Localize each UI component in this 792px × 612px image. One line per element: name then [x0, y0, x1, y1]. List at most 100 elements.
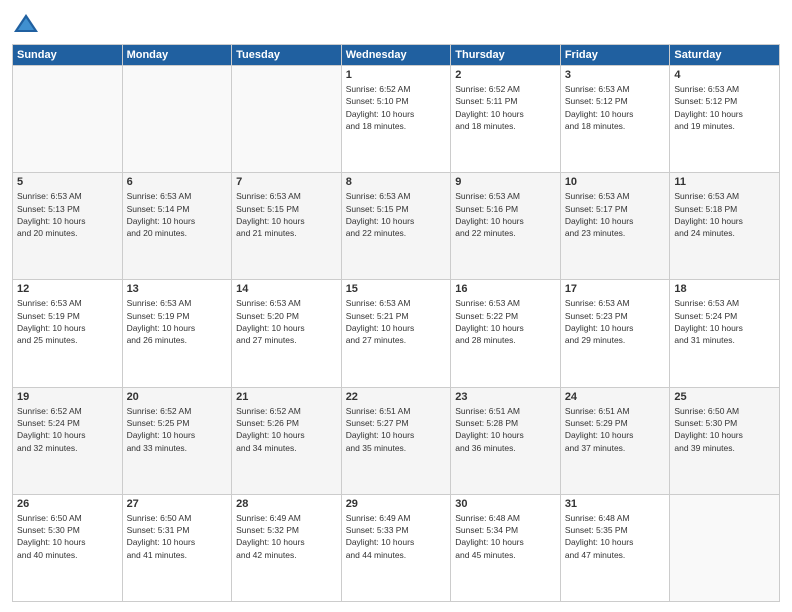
day-info: Sunrise: 6:49 AMSunset: 5:33 PMDaylight:…	[346, 512, 447, 561]
calendar-cell: 22 Sunrise: 6:51 AMSunset: 5:27 PMDayligh…	[341, 387, 451, 494]
day-info: Sunrise: 6:53 AMSunset: 5:18 PMDaylight:…	[674, 190, 775, 239]
calendar-cell: 26Sunrise: 6:50 AMSunset: 5:30 PMDayligh…	[13, 494, 123, 601]
day-number: 2	[455, 69, 556, 81]
day-info: Sunrise: 6:52 AMSunset: 5:11 PMDaylight:…	[455, 83, 556, 132]
day-number: 4	[674, 69, 775, 81]
calendar-cell: 18 Sunrise: 6:53 AMSunset: 5:24 PMDayligh…	[670, 280, 780, 387]
day-number: 25	[674, 391, 775, 403]
day-number: 29	[346, 498, 447, 510]
day-number: 18	[674, 283, 775, 295]
calendar-cell: 10Sunrise: 6:53 AMSunset: 5:17 PMDayligh…	[560, 173, 670, 280]
day-info: Sunrise: 6:52 AMSunset: 5:10 PMDaylight:…	[346, 83, 447, 132]
calendar-cell: 20 Sunrise: 6:52 AMSunset: 5:25 PMDayligh…	[122, 387, 232, 494]
calendar-week-row: 26Sunrise: 6:50 AMSunset: 5:30 PMDayligh…	[13, 494, 780, 601]
day-number: 17	[565, 283, 666, 295]
day-number: 11	[674, 176, 775, 188]
day-number: 16	[455, 283, 556, 295]
calendar-cell: 31Sunrise: 6:48 AMSunset: 5:35 PMDayligh…	[560, 494, 670, 601]
day-number: 3	[565, 69, 666, 81]
calendar-cell	[232, 66, 342, 173]
day-info: Sunrise: 6:53 AMSunset: 5:23 PMDaylight:…	[565, 297, 666, 346]
calendar-cell: 6 Sunrise: 6:53 AMSunset: 5:14 PMDaylight…	[122, 173, 232, 280]
day-info: Sunrise: 6:52 AMSunset: 5:26 PMDaylight:…	[236, 405, 337, 454]
calendar-cell: 1 Sunrise: 6:52 AMSunset: 5:10 PMDaylight…	[341, 66, 451, 173]
calendar-cell: 28Sunrise: 6:49 AMSunset: 5:32 PMDayligh…	[232, 494, 342, 601]
calendar-cell: 15Sunrise: 6:53 AMSunset: 5:21 PMDayligh…	[341, 280, 451, 387]
day-info: Sunrise: 6:53 AMSunset: 5:12 PMDaylight:…	[674, 83, 775, 132]
calendar-header-thursday: Thursday	[451, 45, 561, 66]
calendar-header-friday: Friday	[560, 45, 670, 66]
day-number: 24	[565, 391, 666, 403]
calendar-cell: 4 Sunrise: 6:53 AMSunset: 5:12 PMDaylight…	[670, 66, 780, 173]
calendar-cell: 5 Sunrise: 6:53 AMSunset: 5:13 PMDaylight…	[13, 173, 123, 280]
calendar-cell: 25 Sunrise: 6:50 AMSunset: 5:30 PMDayligh…	[670, 387, 780, 494]
day-number: 15	[346, 283, 447, 295]
day-info: Sunrise: 6:53 AMSunset: 5:15 PMDaylight:…	[346, 190, 447, 239]
day-info: Sunrise: 6:48 AMSunset: 5:35 PMDaylight:…	[565, 512, 666, 561]
calendar-cell: 11 Sunrise: 6:53 AMSunset: 5:18 PMDayligh…	[670, 173, 780, 280]
calendar-week-row: 19Sunrise: 6:52 AMSunset: 5:24 PMDayligh…	[13, 387, 780, 494]
calendar-cell: 17 Sunrise: 6:53 AMSunset: 5:23 PMDayligh…	[560, 280, 670, 387]
calendar-cell: 29 Sunrise: 6:49 AMSunset: 5:33 PMDayligh…	[341, 494, 451, 601]
day-number: 20	[127, 391, 228, 403]
day-info: Sunrise: 6:53 AMSunset: 5:12 PMDaylight:…	[565, 83, 666, 132]
day-number: 23	[455, 391, 556, 403]
calendar-header-tuesday: Tuesday	[232, 45, 342, 66]
calendar-table: SundayMondayTuesdayWednesdayThursdayFrid…	[12, 44, 780, 602]
day-info: Sunrise: 6:53 AMSunset: 5:14 PMDaylight:…	[127, 190, 228, 239]
day-number: 9	[455, 176, 556, 188]
calendar-cell: 9 Sunrise: 6:53 AMSunset: 5:16 PMDaylight…	[451, 173, 561, 280]
calendar-cell	[670, 494, 780, 601]
day-number: 30	[455, 498, 556, 510]
calendar-cell: 12Sunrise: 6:53 AMSunset: 5:19 PMDayligh…	[13, 280, 123, 387]
day-info: Sunrise: 6:53 AMSunset: 5:13 PMDaylight:…	[17, 190, 118, 239]
day-info: Sunrise: 6:48 AMSunset: 5:34 PMDaylight:…	[455, 512, 556, 561]
calendar-header-wednesday: Wednesday	[341, 45, 451, 66]
calendar-header-monday: Monday	[122, 45, 232, 66]
day-info: Sunrise: 6:52 AMSunset: 5:25 PMDaylight:…	[127, 405, 228, 454]
day-number: 12	[17, 283, 118, 295]
day-number: 1	[346, 69, 447, 81]
calendar-cell: 30 Sunrise: 6:48 AMSunset: 5:34 PMDayligh…	[451, 494, 561, 601]
calendar-cell: 16 Sunrise: 6:53 AMSunset: 5:22 PMDayligh…	[451, 280, 561, 387]
day-info: Sunrise: 6:51 AMSunset: 5:29 PMDaylight:…	[565, 405, 666, 454]
day-number: 22	[346, 391, 447, 403]
calendar-header-sunday: Sunday	[13, 45, 123, 66]
day-info: Sunrise: 6:51 AMSunset: 5:28 PMDaylight:…	[455, 405, 556, 454]
calendar-header-saturday: Saturday	[670, 45, 780, 66]
calendar-cell: 13Sunrise: 6:53 AMSunset: 5:19 PMDayligh…	[122, 280, 232, 387]
calendar-cell	[122, 66, 232, 173]
day-number: 6	[127, 176, 228, 188]
calendar-cell: 3 Sunrise: 6:53 AMSunset: 5:12 PMDaylight…	[560, 66, 670, 173]
calendar-cell: 14Sunrise: 6:53 AMSunset: 5:20 PMDayligh…	[232, 280, 342, 387]
day-number: 7	[236, 176, 337, 188]
calendar-cell: 21 Sunrise: 6:52 AMSunset: 5:26 PMDayligh…	[232, 387, 342, 494]
day-info: Sunrise: 6:53 AMSunset: 5:17 PMDaylight:…	[565, 190, 666, 239]
day-info: Sunrise: 6:53 AMSunset: 5:15 PMDaylight:…	[236, 190, 337, 239]
day-number: 8	[346, 176, 447, 188]
day-info: Sunrise: 6:50 AMSunset: 5:31 PMDaylight:…	[127, 512, 228, 561]
calendar-cell: 19Sunrise: 6:52 AMSunset: 5:24 PMDayligh…	[13, 387, 123, 494]
day-info: Sunrise: 6:51 AMSunset: 5:27 PMDaylight:…	[346, 405, 447, 454]
day-number: 14	[236, 283, 337, 295]
calendar-header-row: SundayMondayTuesdayWednesdayThursdayFrid…	[13, 45, 780, 66]
day-number: 5	[17, 176, 118, 188]
day-info: Sunrise: 6:52 AMSunset: 5:24 PMDaylight:…	[17, 405, 118, 454]
day-info: Sunrise: 6:53 AMSunset: 5:24 PMDaylight:…	[674, 297, 775, 346]
day-number: 27	[127, 498, 228, 510]
calendar-cell: 2 Sunrise: 6:52 AMSunset: 5:11 PMDaylight…	[451, 66, 561, 173]
logo	[12, 10, 44, 38]
calendar-week-row: 1 Sunrise: 6:52 AMSunset: 5:10 PMDaylight…	[13, 66, 780, 173]
day-number: 21	[236, 391, 337, 403]
page: SundayMondayTuesdayWednesdayThursdayFrid…	[0, 0, 792, 612]
day-info: Sunrise: 6:53 AMSunset: 5:16 PMDaylight:…	[455, 190, 556, 239]
day-number: 28	[236, 498, 337, 510]
day-info: Sunrise: 6:53 AMSunset: 5:19 PMDaylight:…	[127, 297, 228, 346]
calendar-cell	[13, 66, 123, 173]
day-info: Sunrise: 6:53 AMSunset: 5:22 PMDaylight:…	[455, 297, 556, 346]
logo-icon	[12, 10, 40, 38]
calendar-week-row: 12 Sunrise: 6:53 AMSunset: 5:19 PMDayligh…	[13, 280, 780, 387]
day-info: Sunrise: 6:50 AMSunset: 5:30 PMDaylight:…	[674, 405, 775, 454]
day-number: 26	[17, 498, 118, 510]
calendar-cell: 24 Sunrise: 6:51 AMSunset: 5:29 PMDayligh…	[560, 387, 670, 494]
